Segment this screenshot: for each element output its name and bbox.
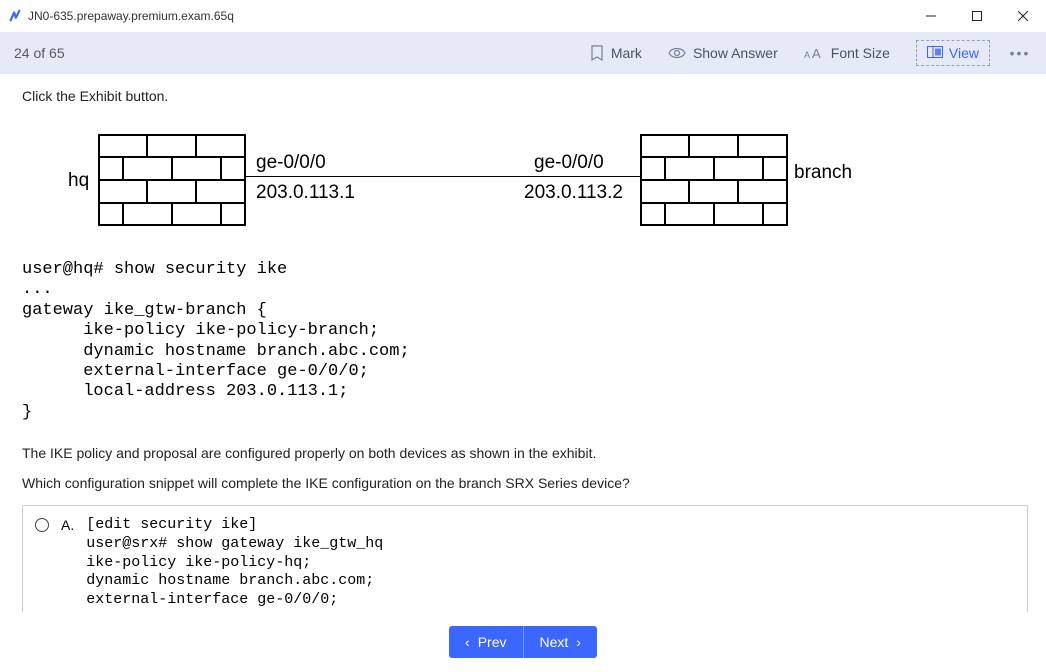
diagram-right-ip: 203.0.113.2 bbox=[524, 182, 623, 204]
bottom-nav: ‹ Prev Next › bbox=[0, 612, 1046, 672]
more-options-button[interactable]: ••• bbox=[1008, 41, 1032, 65]
font-size-icon: AA bbox=[804, 46, 824, 60]
window-title: JN0-635.prepaway.premium.exam.65q bbox=[28, 9, 234, 23]
close-button[interactable] bbox=[1000, 0, 1046, 32]
prev-label: Prev bbox=[478, 634, 507, 650]
mark-button[interactable]: Mark bbox=[590, 45, 642, 61]
config-output: user@hq# show security ike ... gateway i… bbox=[22, 260, 1028, 423]
eye-icon bbox=[668, 46, 686, 60]
diagram-branch-label: branch bbox=[794, 162, 852, 184]
diagram-link-line bbox=[246, 176, 640, 177]
minimize-button[interactable] bbox=[908, 0, 954, 32]
diagram-left-interface: ge-0/0/0 bbox=[256, 152, 326, 174]
app-logo-icon bbox=[8, 9, 22, 23]
svg-text:A: A bbox=[804, 50, 810, 60]
ellipsis-icon: ••• bbox=[1010, 45, 1031, 61]
chevron-right-icon: › bbox=[576, 634, 581, 650]
title-bar: JN0-635.prepaway.premium.exam.65q bbox=[0, 0, 1046, 32]
toolbar: 24 of 65 Mark Show Answer AA Font Size V… bbox=[0, 32, 1046, 74]
diagram-left-ip: 203.0.113.1 bbox=[256, 182, 355, 204]
next-label: Next bbox=[540, 634, 569, 650]
bookmark-icon bbox=[590, 45, 604, 61]
font-size-button[interactable]: AA Font Size bbox=[804, 45, 890, 61]
option-letter: A. bbox=[61, 517, 74, 533]
diagram-hq-label: hq bbox=[68, 170, 89, 192]
mark-label: Mark bbox=[611, 45, 642, 61]
view-button[interactable]: View bbox=[916, 40, 990, 66]
font-size-label: Font Size bbox=[831, 45, 890, 61]
svg-text:A: A bbox=[812, 46, 821, 60]
prev-button[interactable]: ‹ Prev bbox=[449, 626, 522, 658]
view-layout-icon bbox=[927, 45, 943, 61]
chevron-left-icon: ‹ bbox=[465, 634, 470, 650]
diagram-right-interface: ge-0/0/0 bbox=[534, 152, 604, 174]
exhibit-instruction: Click the Exhibit button. bbox=[22, 88, 1028, 104]
radio-unchecked-icon[interactable] bbox=[35, 518, 49, 532]
question-counter: 24 of 65 bbox=[14, 45, 65, 61]
option-code: [edit security ike] user@srx# show gatew… bbox=[86, 516, 383, 610]
question-para-1: The IKE policy and proposal are configur… bbox=[22, 445, 1028, 461]
question-content: Click the Exhibit button. hq g bbox=[0, 74, 1046, 612]
answer-option-a[interactable]: A. [edit security ike] user@srx# show ga… bbox=[22, 505, 1028, 612]
next-button[interactable]: Next › bbox=[523, 626, 597, 658]
firewall-branch-icon bbox=[640, 134, 788, 226]
show-answer-button[interactable]: Show Answer bbox=[668, 45, 778, 61]
maximize-button[interactable] bbox=[954, 0, 1000, 32]
question-para-2: Which configuration snippet will complet… bbox=[22, 475, 1028, 491]
network-diagram: hq ge-0/0/0 203.0.113.1 ge-0/0 bbox=[32, 120, 1018, 240]
show-answer-label: Show Answer bbox=[693, 45, 778, 61]
view-label: View bbox=[949, 45, 979, 61]
firewall-hq-icon bbox=[98, 134, 246, 226]
